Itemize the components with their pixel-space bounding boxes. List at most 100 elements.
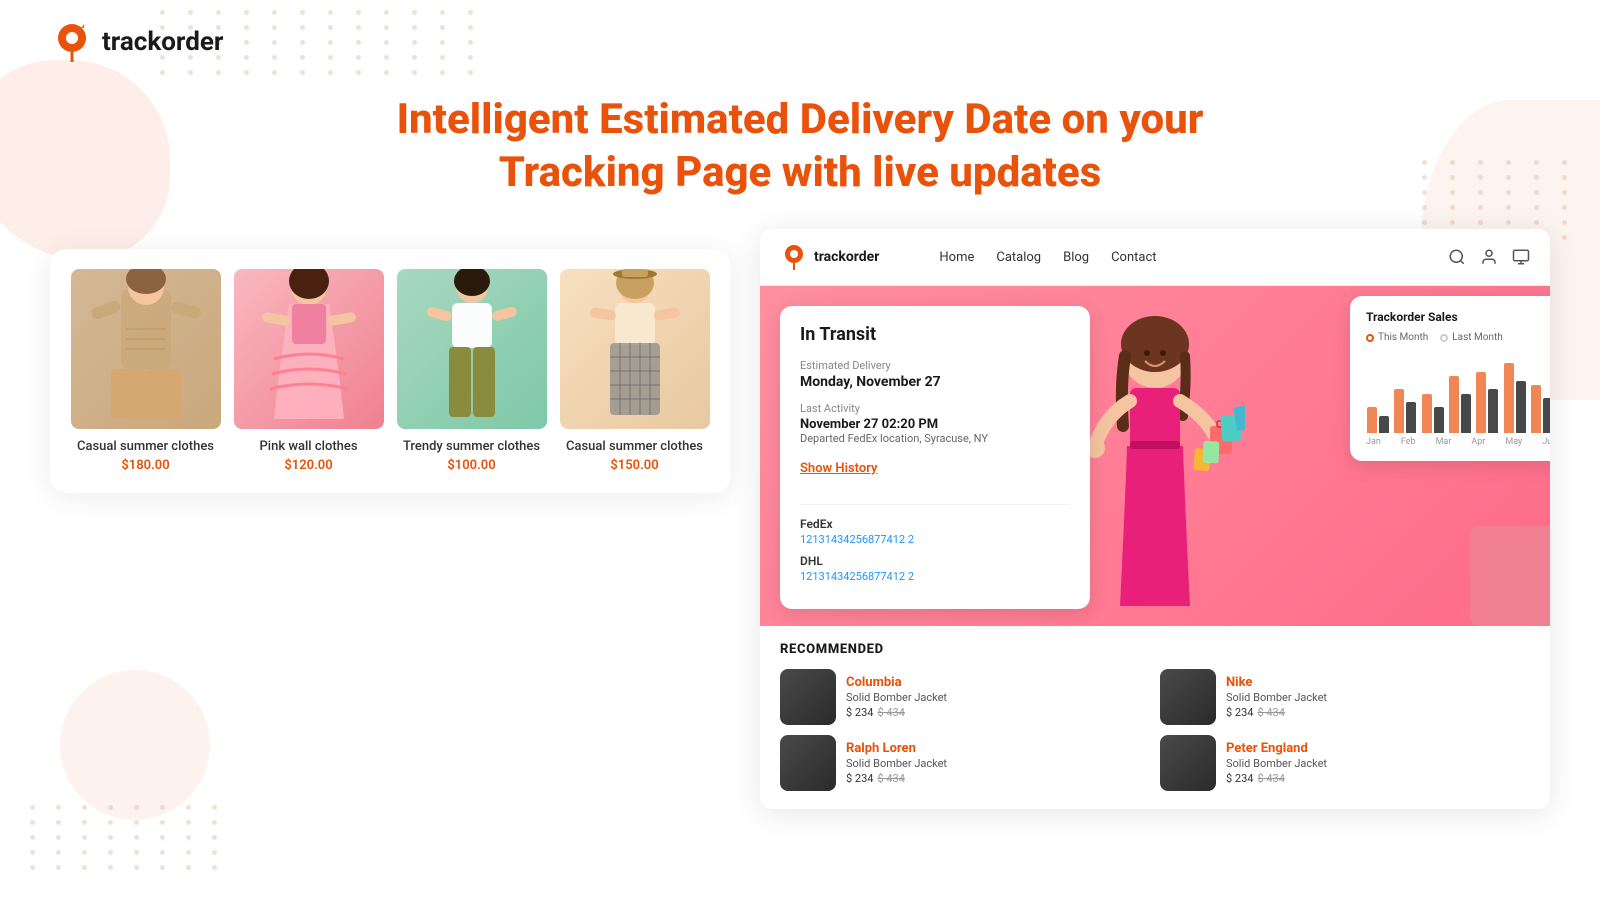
- store-logo-text: trackorder: [814, 249, 879, 265]
- product-card-2[interactable]: Pink wall clothes $120.00: [233, 269, 384, 473]
- product-price-1: $180.00: [121, 458, 169, 473]
- chart-bar-this-Jul: [1531, 385, 1541, 433]
- estimated-delivery-label: Estimated Delivery: [800, 359, 1070, 372]
- show-history-link[interactable]: Show History: [800, 461, 877, 476]
- product-price-2: $120.00: [284, 458, 332, 473]
- rec-price-1: $ 234$ 434: [1226, 706, 1327, 719]
- rec-item-3[interactable]: Peter England Solid Bomber Jacket $ 234$…: [1160, 735, 1530, 791]
- product-price-3: $100.00: [447, 458, 495, 473]
- product-name-3: Trendy summer clothes: [403, 439, 540, 454]
- rec-item-2[interactable]: Ralph Loren Solid Bomber Jacket $ 234$ 4…: [780, 735, 1150, 791]
- product-card-4[interactable]: Casual summer clothes $150.00: [559, 269, 710, 473]
- carrier-fedex-tracking[interactable]: 12131434256877412 2: [800, 533, 1070, 546]
- chart-bar-group-Apr: [1448, 376, 1471, 433]
- product-price-4: $150.00: [610, 458, 658, 473]
- chart-bar-group-Jun: [1503, 363, 1526, 433]
- header: trackorder: [0, 0, 1600, 84]
- store-nav-links: Home Catalog Blog Contact: [939, 250, 1156, 265]
- chart-label-Apr: Apr: [1471, 437, 1485, 447]
- legend-dot-this-month: [1366, 334, 1374, 342]
- chart-bar-group-May: [1476, 372, 1499, 433]
- figure-3: [397, 269, 547, 429]
- store-nav-contact[interactable]: Contact: [1111, 250, 1156, 265]
- rec-brand-1: Nike: [1226, 675, 1327, 690]
- chart-bar-this-Apr: [1449, 376, 1459, 433]
- rec-product-name-2: Solid Bomber Jacket: [846, 757, 947, 770]
- rec-price-3: $ 234$ 434: [1226, 772, 1327, 785]
- tracking-card: In Transit Estimated Delivery Monday, No…: [780, 306, 1090, 609]
- chart-bar-this-Jun: [1504, 363, 1514, 433]
- estimated-delivery-value: Monday, November 27: [800, 374, 1070, 390]
- rec-price-2: $ 234$ 434: [846, 772, 947, 785]
- product-image-1: [71, 269, 221, 429]
- rec-product-name-0: Solid Bomber Jacket: [846, 691, 947, 704]
- chart-bar-group-Jul: [1531, 385, 1550, 433]
- rec-img-0: [780, 669, 836, 725]
- right-section: trackorder Home Catalog Blog Contact: [760, 229, 1550, 909]
- figure-1: [71, 269, 221, 429]
- store-logo[interactable]: trackorder: [780, 243, 879, 271]
- store-nav: trackorder Home Catalog Blog Contact: [760, 229, 1550, 286]
- product-card-1[interactable]: Casual summer clothes $180.00: [70, 269, 221, 473]
- rec-product-name-1: Solid Bomber Jacket: [1226, 691, 1327, 704]
- store-nav-home[interactable]: Home: [939, 250, 974, 265]
- page-content: trackorder Intelligent Estimated Deliver…: [0, 0, 1600, 900]
- chart-bar-last-Apr: [1461, 394, 1471, 433]
- cart-icon[interactable]: [1512, 248, 1530, 266]
- store-hero: In Transit Estimated Delivery Monday, No…: [760, 286, 1550, 626]
- rec-item-1[interactable]: Nike Solid Bomber Jacket $ 234$ 434: [1160, 669, 1530, 725]
- store-logo-icon: [780, 243, 808, 271]
- logo[interactable]: trackorder: [50, 20, 223, 64]
- rec-original-price-2: $ 434: [877, 772, 904, 785]
- chart-bar-group-Mar: [1421, 394, 1444, 433]
- last-activity-location: Departed FedEx location, Syracuse, NY: [800, 432, 1070, 445]
- store-bottom: RECOMMENDED Columbia Solid Bomber Jacket…: [760, 626, 1550, 807]
- chart-legend: This Month Last Month: [1366, 332, 1550, 343]
- hero-headline: Intelligent Estimated Delivery Date on y…: [0, 94, 1600, 199]
- carrier-dhl-tracking[interactable]: 12131434256877412 2: [800, 570, 1070, 583]
- product-card-3[interactable]: Trendy summer clothes $100.00: [396, 269, 547, 473]
- recommended-grid: Columbia Solid Bomber Jacket $ 234$ 434 …: [780, 669, 1530, 791]
- chart-bar-this-Jan: [1367, 407, 1377, 433]
- main-area: Casual summer clothes $180.00: [0, 229, 1600, 909]
- legend-this-month: This Month: [1366, 332, 1428, 343]
- rec-brand-0: Columbia: [846, 675, 947, 690]
- chart-label-Mar: Mar: [1436, 437, 1452, 447]
- legend-last-month: Last Month: [1440, 332, 1502, 343]
- chart-bar-group-Feb: [1393, 389, 1416, 433]
- rec-original-price-1: $ 434: [1257, 706, 1284, 719]
- carrier-dhl-name: DHL: [800, 554, 1070, 568]
- logo-icon: [50, 20, 94, 64]
- carrier-fedex-name: FedEx: [800, 517, 1070, 531]
- chart-bar-last-Mar: [1434, 407, 1444, 433]
- rec-original-price-0: $ 434: [877, 706, 904, 719]
- chart-bar-last-Jul: [1543, 398, 1550, 433]
- product-name-2: Pink wall clothes: [259, 439, 357, 454]
- rec-product-name-3: Solid Bomber Jacket: [1226, 757, 1327, 770]
- store-nav-blog[interactable]: Blog: [1063, 250, 1089, 265]
- product-image-4: [560, 269, 710, 429]
- pink-decorative-block: [1470, 526, 1550, 626]
- last-activity-date: November 27 02:20 PM: [800, 417, 1070, 432]
- chart-bar-this-May: [1476, 372, 1486, 433]
- product-image-2: [234, 269, 384, 429]
- chart-label-Jun: Jun: [1542, 437, 1550, 447]
- product-name-4: Casual summer clothes: [566, 439, 703, 454]
- rec-price-0: $ 234$ 434: [846, 706, 947, 719]
- tracking-status: In Transit: [800, 324, 1070, 345]
- figure-2: [234, 269, 384, 429]
- chart-label-Feb: Feb: [1401, 437, 1416, 447]
- rec-item-0[interactable]: Columbia Solid Bomber Jacket $ 234$ 434: [780, 669, 1150, 725]
- store-nav-catalog[interactable]: Catalog: [996, 250, 1041, 265]
- search-icon[interactable]: [1448, 248, 1466, 266]
- user-icon[interactable]: [1480, 248, 1498, 266]
- carrier-dhl: DHL 12131434256877412 2: [800, 554, 1070, 583]
- rec-img-2: [780, 735, 836, 791]
- rec-img-1: [1160, 669, 1216, 725]
- product-image-3: [397, 269, 547, 429]
- chart-labels: JanFebMarAprMayJunJul: [1366, 437, 1550, 447]
- chart-bar-last-Feb: [1406, 402, 1416, 433]
- chart-title: Trackorder Sales: [1366, 310, 1550, 324]
- rec-info-3: Peter England Solid Bomber Jacket $ 234$…: [1226, 741, 1327, 785]
- product-cards-section: Casual summer clothes $180.00: [50, 249, 730, 493]
